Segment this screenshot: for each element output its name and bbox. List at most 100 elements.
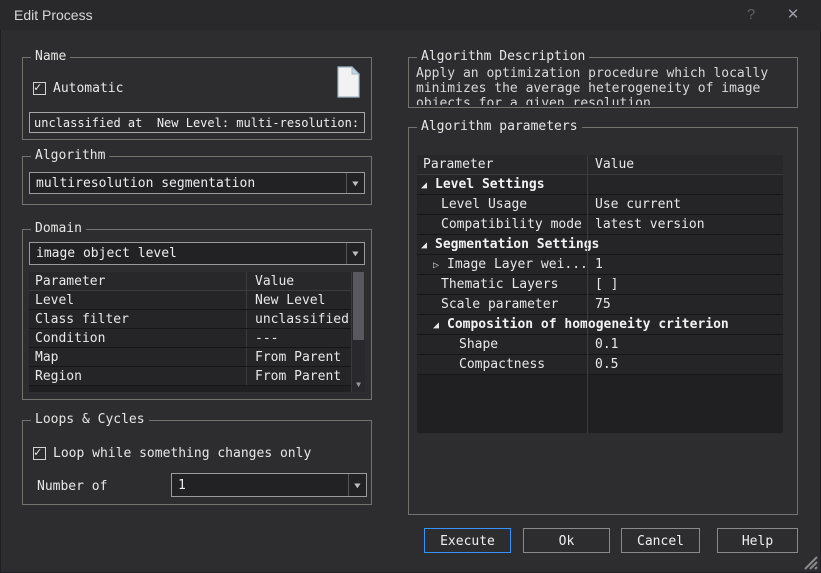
- automatic-checkbox[interactable]: ✓ Automatic: [33, 80, 123, 96]
- tree-section-row[interactable]: ◢Level Settings: [417, 175, 783, 195]
- param-name: Level Usage: [417, 195, 587, 214]
- param-value[interactable]: Use current: [587, 195, 783, 214]
- param-name: Condition: [29, 329, 247, 347]
- description-group-label: Algorithm Description: [417, 49, 589, 64]
- domain-table: Parameter Value Level New Level Class fi…: [29, 272, 365, 392]
- number-of-dropdown-button[interactable]: ▼: [348, 474, 366, 496]
- param-name: Image Layer wei...: [447, 257, 587, 272]
- param-row[interactable]: Shape 0.1: [417, 335, 783, 355]
- help-button[interactable]: Help: [717, 528, 798, 553]
- scrollbar-thumb[interactable]: [353, 272, 364, 340]
- section-label: Level Settings: [435, 177, 545, 192]
- algorithm-description-text: Apply an optimization procedure which lo…: [416, 66, 791, 105]
- window-title: Edit Process: [14, 7, 93, 23]
- number-of-dropdown[interactable]: 1 ▼: [171, 473, 367, 497]
- domain-dropdown[interactable]: image object level ▼: [29, 242, 365, 265]
- table-row[interactable]: Map From Parent: [29, 348, 365, 367]
- name-group-label: Name: [31, 49, 70, 64]
- titlebar: Edit Process ? ✕: [0, 0, 821, 30]
- execute-button[interactable]: Execute: [424, 528, 511, 553]
- name-group: Name ✓ Automatic: [22, 57, 372, 140]
- param-value[interactable]: latest version: [587, 215, 783, 234]
- param-value: From Parent: [247, 348, 365, 366]
- cancel-button[interactable]: Cancel: [621, 528, 700, 553]
- param-row[interactable]: Compatibility mode latest version: [417, 215, 783, 235]
- domain-group: Domain image object level ▼ Parameter Va…: [22, 229, 372, 400]
- help-icon[interactable]: ?: [739, 5, 763, 25]
- algorithm-description-group: Algorithm Description Apply an optimizat…: [408, 57, 798, 108]
- algorithm-parameters-group: Algorithm parameters Parameter Value ◢Le…: [408, 127, 798, 515]
- resize-grip-icon[interactable]: [801, 553, 818, 570]
- domain-table-header: Parameter Value: [29, 272, 365, 291]
- domain-group-label: Domain: [31, 221, 86, 236]
- parameters-table-header: Parameter Value: [417, 155, 783, 175]
- loop-while-checkbox-box[interactable]: ✓: [33, 447, 46, 460]
- tree-expanded-icon[interactable]: ◢: [421, 236, 435, 256]
- param-value: [599, 235, 783, 254]
- column-header-parameter: Parameter: [29, 272, 247, 290]
- param-value[interactable]: 0.5: [587, 355, 783, 374]
- chevron-down-icon: ▼: [352, 249, 358, 258]
- automatic-label: Automatic: [53, 81, 123, 96]
- param-name: Compactness: [417, 355, 587, 374]
- param-name: Region: [29, 367, 247, 385]
- param-value: ---: [247, 329, 365, 347]
- tree-expanded-icon[interactable]: ◢: [433, 316, 447, 336]
- loops-cycles-group: Loops & Cycles ✓ Loop while something ch…: [22, 420, 372, 505]
- number-of-value: 1: [172, 478, 348, 493]
- table-row[interactable]: Region From Parent: [29, 367, 365, 386]
- algorithm-dropdown[interactable]: multiresolution segmentation ▼: [29, 172, 365, 194]
- column-header-parameter: Parameter: [417, 155, 587, 174]
- chevron-down-icon: ▼: [352, 179, 358, 188]
- param-row[interactable]: Compactness 0.5: [417, 355, 783, 375]
- param-name: Shape: [417, 335, 587, 354]
- automatic-checkbox-box[interactable]: ✓: [33, 82, 46, 95]
- param-row[interactable]: ▷Image Layer wei... 1: [417, 255, 783, 275]
- domain-dropdown-value: image object level: [30, 246, 346, 261]
- scrollbar[interactable]: ▼: [351, 272, 365, 392]
- tree-expanded-icon[interactable]: ◢: [421, 176, 435, 196]
- param-name: Class filter: [29, 310, 247, 328]
- param-name: Compatibility mode: [417, 215, 587, 234]
- tree-collapsed-icon[interactable]: ▷: [433, 256, 447, 274]
- param-row[interactable]: Scale parameter 75: [417, 295, 783, 315]
- edit-process-dialog: Edit Process ? ✕ Name ✓ Automatic Algori…: [0, 0, 821, 573]
- param-value[interactable]: [ ]: [587, 275, 783, 294]
- check-icon: ✓: [34, 80, 41, 94]
- column-header-value: Value: [587, 155, 783, 174]
- param-value: [729, 315, 783, 334]
- param-value: From Parent: [247, 367, 365, 385]
- loop-while-checkbox[interactable]: ✓ Loop while something changes only: [33, 445, 311, 461]
- parameters-table: Parameter Value ◢Level Settings Level Us…: [417, 155, 783, 433]
- chevron-down-icon: ▼: [354, 481, 360, 490]
- column-header-value: Value: [247, 272, 365, 290]
- document-icon[interactable]: [335, 66, 361, 98]
- param-value: unclassified: [247, 310, 365, 328]
- check-icon: ✓: [34, 445, 41, 459]
- close-icon[interactable]: ✕: [781, 5, 805, 25]
- param-row[interactable]: Level Usage Use current: [417, 195, 783, 215]
- algorithm-dropdown-button[interactable]: ▼: [346, 173, 364, 193]
- param-name: Scale parameter: [417, 295, 587, 314]
- param-row[interactable]: Thematic Layers [ ]: [417, 275, 783, 295]
- algorithm-dropdown-value: multiresolution segmentation: [30, 176, 346, 191]
- tree-section-row[interactable]: ◢Segmentation Settings: [417, 235, 783, 255]
- table-row[interactable]: Class filter unclassified: [29, 310, 365, 329]
- scrollbar-down-icon[interactable]: ▼: [352, 378, 365, 392]
- param-value: New Level: [247, 291, 365, 309]
- process-name-input[interactable]: [29, 112, 365, 133]
- ok-button[interactable]: Ok: [523, 528, 610, 553]
- param-value[interactable]: 0.1: [587, 335, 783, 354]
- number-of-label: Number of: [37, 479, 107, 494]
- tree-section-row[interactable]: ◢Composition of homogeneity criterion: [417, 315, 783, 335]
- domain-dropdown-button[interactable]: ▼: [346, 243, 364, 264]
- loops-group-label: Loops & Cycles: [31, 412, 149, 427]
- param-name: Level: [29, 291, 247, 309]
- table-row[interactable]: Level New Level: [29, 291, 365, 310]
- param-value[interactable]: 75: [587, 295, 783, 314]
- table-row[interactable]: Condition ---: [29, 329, 365, 348]
- algorithm-group: Algorithm multiresolution segmentation ▼: [22, 156, 372, 205]
- loop-while-label: Loop while something changes only: [53, 446, 311, 461]
- param-value[interactable]: 1: [587, 255, 783, 274]
- algorithm-group-label: Algorithm: [31, 148, 109, 163]
